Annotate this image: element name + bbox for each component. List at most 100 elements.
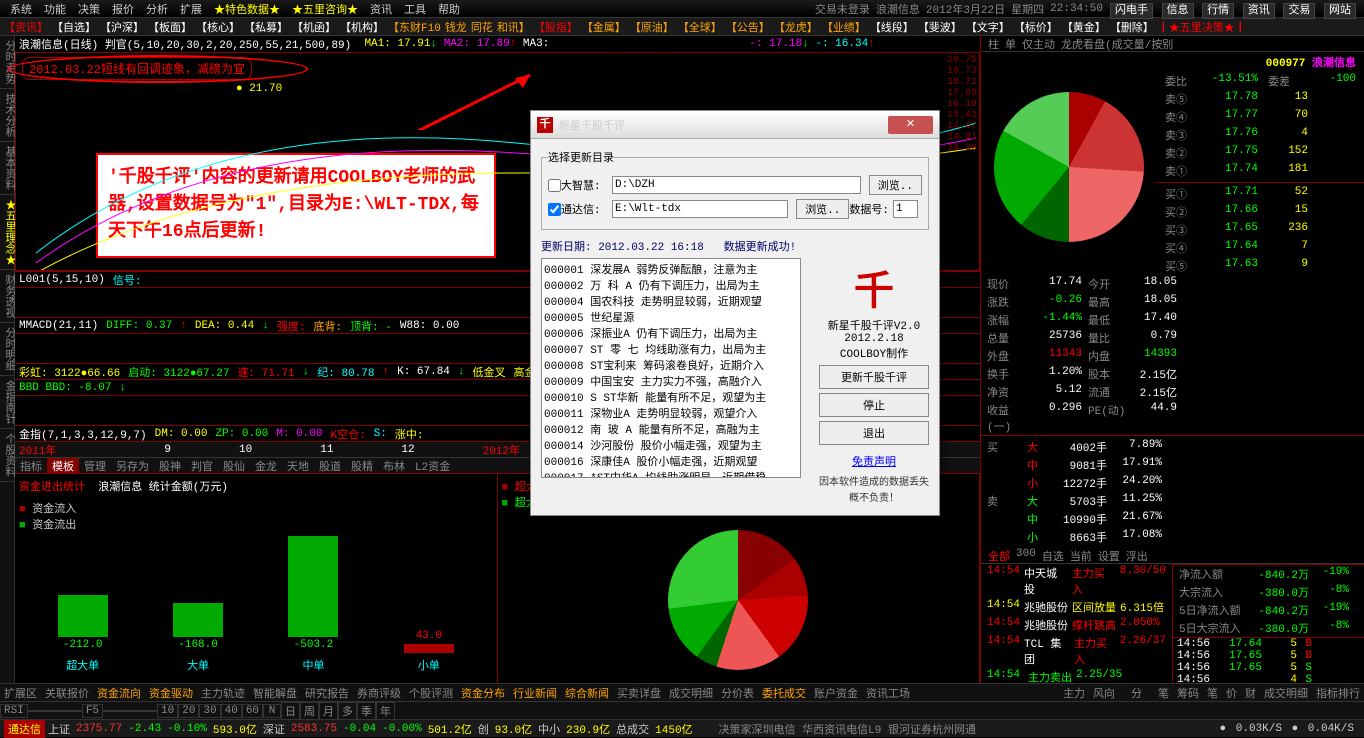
indicator-tab[interactable]: 布林	[378, 458, 410, 474]
filter-tab[interactable]: 设置	[1095, 548, 1123, 563]
category-tab[interactable]: 【业绩】	[820, 19, 868, 35]
disclaimer-link[interactable]: 免责声明	[819, 453, 929, 469]
filter-tab[interactable]: 浮出	[1123, 548, 1151, 563]
toolbar-btn[interactable]	[139, 710, 157, 712]
category-tab[interactable]: 【私募】	[242, 19, 290, 35]
toolbar-btn[interactable]: 20	[178, 704, 199, 718]
indicator-tab[interactable]: 股精	[346, 458, 378, 474]
bottom-tab[interactable]: 主力轨迹	[197, 685, 249, 701]
list-item[interactable]: 000009 中国宝安 主力实力不强，高融介入	[544, 373, 798, 389]
tdx-checkbox[interactable]	[548, 203, 561, 216]
toolbar-btn[interactable]: RSI	[0, 704, 28, 718]
menu-analysis[interactable]: 分析	[140, 1, 174, 17]
bottom-tab[interactable]: 个股评测	[405, 685, 457, 701]
list-item[interactable]: 000002 万 科 A 仍有下调压力，出局为主	[544, 277, 798, 293]
list-item[interactable]: 000011 深物业A 走势明显较弱，观望介入	[544, 405, 798, 421]
bottom-tab[interactable]: 研究报告	[301, 685, 353, 701]
menu-special[interactable]: ★特色数据★	[208, 1, 286, 17]
category-tab[interactable]: 【板面】	[146, 19, 194, 35]
link-news[interactable]: 资讯	[1243, 3, 1275, 19]
dzh-checkbox[interactable]	[548, 179, 561, 192]
toolbar-btn[interactable]	[64, 710, 82, 712]
indicator-tab[interactable]: 指标	[15, 458, 47, 474]
link-trade[interactable]: 交易	[1283, 3, 1315, 19]
bottom-tab-r[interactable]: 主力	[1059, 685, 1089, 701]
bottom-tab[interactable]: 券商评级	[353, 685, 405, 701]
category-tab[interactable]: 【黄金】	[1060, 19, 1108, 35]
toolbar-btn[interactable]: 多	[338, 702, 357, 720]
category-tab[interactable]: 【东财F10	[386, 19, 443, 35]
list-item[interactable]: 000017 *ST中华A 均线助涨明显，近期借稳	[544, 469, 798, 478]
toolbar-btn[interactable]: 40	[221, 704, 242, 718]
tdx-path[interactable]	[612, 200, 788, 218]
bottom-tab-r[interactable]: 分	[1127, 685, 1146, 701]
toolbar-btn[interactable]: 周	[300, 702, 319, 720]
dzh-path[interactable]	[612, 176, 861, 194]
tdx-badge[interactable]: 通达信	[4, 720, 45, 738]
filter-tab[interactable]: 当前	[1067, 548, 1095, 563]
indicator-tab[interactable]: 天地	[282, 458, 314, 474]
bottom-tab-r[interactable]: 成交明细	[1260, 685, 1312, 701]
category-tab[interactable]: 【原油】	[628, 19, 676, 35]
category-tab[interactable]: 【机函】	[290, 19, 338, 35]
toolbar-btn[interactable]	[121, 710, 139, 712]
menu-func[interactable]: 功能	[38, 1, 72, 17]
link-quote[interactable]: 行情	[1202, 3, 1234, 19]
menu-tools[interactable]: 工具	[398, 1, 432, 17]
bottom-tab[interactable]: 智能解盘	[249, 685, 301, 701]
category-tab[interactable]: 【沪深】	[98, 19, 146, 35]
category-tab[interactable]: 【自选】	[50, 19, 98, 35]
category-tab[interactable]: 【资讯】	[2, 19, 50, 35]
indicator-tab[interactable]: 股仙	[218, 458, 250, 474]
link-lightning[interactable]: 闪电手	[1110, 3, 1153, 19]
category-tab[interactable]: 钱龙	[443, 19, 469, 35]
menu-help[interactable]: 帮助	[432, 1, 466, 17]
category-tab[interactable]: 【斐波】	[916, 19, 964, 35]
indicator-tab[interactable]: 金龙	[250, 458, 282, 474]
toolbar-btn[interactable]: N	[263, 704, 281, 718]
indicator-tab[interactable]: 另存为	[111, 458, 154, 474]
list-item[interactable]: 000012 南 玻 A 能量有所不足，高融为主	[544, 421, 798, 437]
menu-wuli[interactable]: ★五里咨询★	[286, 1, 364, 17]
update-button[interactable]: 更新千股千评	[819, 365, 929, 389]
menu-ext[interactable]: 扩展	[174, 1, 208, 17]
bottom-tab-r[interactable]: 笔	[1154, 685, 1173, 701]
toolbar-btn[interactable]: 60	[242, 704, 263, 718]
toolbar-btn[interactable]: 季	[357, 702, 376, 720]
bottom-tab-r[interactable]: 筹码	[1173, 685, 1203, 701]
menu-decision[interactable]: 决策	[72, 1, 106, 17]
dialog-titlebar[interactable]: 千 新星千股千评 ✕	[531, 111, 939, 139]
toolbar-btn[interactable]	[46, 710, 64, 712]
close-button[interactable]: ✕	[888, 116, 933, 134]
list-item[interactable]: 000004 国农科技 走势明显较弱，近期观望	[544, 293, 798, 309]
opt-dzh[interactable]: 大智慧:	[548, 177, 608, 193]
category-tab[interactable]: 【标价】	[1012, 19, 1060, 35]
category-tab[interactable]: 【机构】	[338, 19, 386, 35]
ticker-feed[interactable]: 14:54中天城投主力买入8.30/5014:54兆驰股份区间放量6.315倍1…	[981, 564, 1173, 683]
category-tab[interactable]: 【文字】	[964, 19, 1012, 35]
bottom-tab[interactable]: 扩展区	[0, 685, 41, 701]
category-tab[interactable]: 【删除】	[1108, 19, 1156, 35]
indicator-tab[interactable]: 股道	[314, 458, 346, 474]
list-item[interactable]: 000001 深发展A 弱势反弹酝酿，注意为主	[544, 261, 798, 277]
filter-tab[interactable]: 全部	[985, 548, 1013, 563]
opt-tdx[interactable]: 通达信:	[548, 201, 608, 217]
toolbar-btn[interactable]: 年	[376, 702, 395, 720]
indicator-tab[interactable]: L2资金	[410, 458, 455, 474]
category-tab[interactable]: 【核心】	[194, 19, 242, 35]
bottom-tab[interactable]: 资金驱动	[145, 685, 197, 701]
data-number[interactable]	[893, 200, 918, 218]
bottom-tab-r[interactable]: 风向	[1089, 685, 1119, 701]
link-info[interactable]: 信息	[1162, 3, 1194, 19]
indicator-tab[interactable]: 管理	[79, 458, 111, 474]
stock-comment-list[interactable]: 000001 深发展A 弱势反弹酝酿，注意为主000002 万 科 A 仍有下调…	[541, 258, 801, 478]
bottom-tab[interactable]: 资金流向	[93, 685, 145, 701]
trade-log[interactable]: 14:5617.645B14:5617.655B14:5617.655S14:5…	[1173, 637, 1364, 683]
filter-tab[interactable]: 300	[1013, 548, 1039, 563]
bottom-tab[interactable]: 关联报价	[41, 685, 93, 701]
category-tab[interactable]: 和讯】	[495, 19, 532, 35]
indicator-tab[interactable]: 判官	[186, 458, 218, 474]
category-tab[interactable]: 同花	[469, 19, 495, 35]
link-web[interactable]: 网站	[1324, 3, 1356, 19]
stop-button[interactable]: 停止	[819, 393, 929, 417]
